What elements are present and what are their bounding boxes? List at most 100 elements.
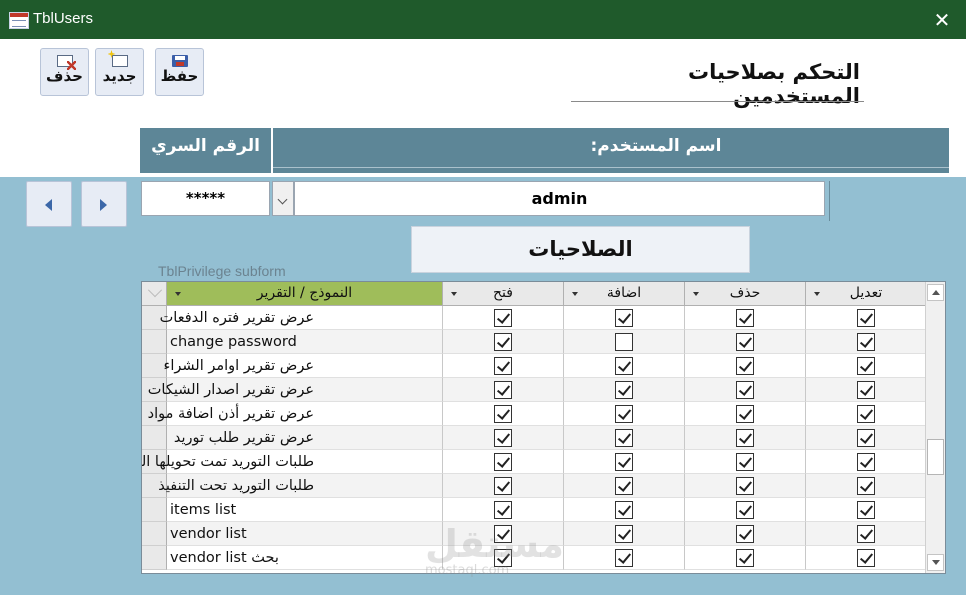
add-permission-checkbox[interactable]	[615, 381, 633, 399]
delete-permission-checkbox[interactable]	[736, 405, 754, 423]
watermark: مستقل	[425, 522, 564, 566]
column-header-form[interactable]: النموذج / التقرير	[167, 282, 443, 306]
edit-permission-checkbox[interactable]	[857, 381, 875, 399]
edit-permission-checkbox[interactable]	[857, 453, 875, 471]
edit-permission-checkbox[interactable]	[857, 429, 875, 447]
open-permission-checkbox[interactable]	[494, 453, 512, 471]
save-button[interactable]: حفظ	[155, 48, 204, 96]
column-header-edit[interactable]: تعديل	[806, 282, 927, 306]
column-header-add[interactable]: اضافة	[564, 282, 685, 306]
open-permission-checkbox[interactable]	[494, 357, 512, 375]
form-report-name-cell[interactable]: عرض تقرير اوامر الشراء	[164, 354, 443, 378]
edit-permission-cell	[806, 402, 927, 426]
scroll-up-icon[interactable]	[927, 284, 944, 301]
table-row[interactable]: طلبات التوريد تمت تحويلها الى اوامر الشر…	[142, 450, 927, 474]
select-all-corner[interactable]	[142, 282, 167, 306]
edit-permission-checkbox[interactable]	[857, 477, 875, 495]
delete-permission-checkbox[interactable]	[736, 525, 754, 543]
add-permission-checkbox[interactable]	[615, 549, 633, 567]
chevron-down-icon[interactable]	[175, 292, 181, 296]
delete-record-icon	[56, 55, 76, 70]
row-selector[interactable]	[142, 546, 167, 570]
add-permission-checkbox[interactable]	[615, 429, 633, 447]
open-permission-cell	[443, 498, 564, 522]
delete-permission-checkbox[interactable]	[736, 477, 754, 495]
row-selector[interactable]	[142, 330, 167, 354]
open-permission-checkbox[interactable]	[494, 381, 512, 399]
chevron-down-icon[interactable]	[572, 292, 578, 296]
edit-permission-cell	[806, 426, 927, 450]
watermark-sub: mostaql.com	[425, 563, 510, 578]
chevron-down-icon[interactable]	[451, 292, 457, 296]
open-permission-checkbox[interactable]	[494, 309, 512, 327]
table-row[interactable]: طلبات التوريد تحت التنفيذ	[142, 474, 927, 498]
previous-record-button[interactable]	[26, 181, 72, 227]
form-report-name-cell[interactable]: عرض تقرير أذن اضافة مواد	[148, 402, 443, 426]
add-permission-checkbox[interactable]	[615, 477, 633, 495]
add-permission-checkbox[interactable]	[615, 309, 633, 327]
edit-permission-checkbox[interactable]	[857, 309, 875, 327]
delete-button[interactable]: حذف	[40, 48, 89, 96]
table-row[interactable]: عرض تقرير اوامر الشراء	[142, 354, 927, 378]
chevron-down-icon[interactable]	[814, 292, 820, 296]
column-header-delete[interactable]: حذف	[685, 282, 806, 306]
row-selector[interactable]	[142, 522, 167, 546]
edit-permission-checkbox[interactable]	[857, 333, 875, 351]
form-report-name-cell[interactable]: طلبات التوريد تحت التنفيذ	[158, 474, 443, 498]
open-permission-checkbox[interactable]	[494, 429, 512, 447]
password-field[interactable]: *****	[141, 181, 270, 216]
username-combo[interactable]: admin	[294, 181, 825, 216]
add-permission-checkbox[interactable]	[615, 453, 633, 471]
table-row[interactable]: عرض تقرير طلب توريد	[142, 426, 927, 450]
table-row[interactable]: عرض تقرير اصدار الشيكات	[142, 378, 927, 402]
edit-permission-checkbox[interactable]	[857, 501, 875, 519]
edit-permission-checkbox[interactable]	[857, 405, 875, 423]
edit-permission-checkbox[interactable]	[857, 525, 875, 543]
vertical-scrollbar[interactable]	[925, 282, 945, 573]
table-row[interactable]: عرض تقرير فتره الدفعات	[142, 306, 927, 330]
next-record-button[interactable]	[81, 181, 127, 227]
delete-permission-checkbox[interactable]	[736, 549, 754, 567]
edit-permission-checkbox[interactable]	[857, 549, 875, 567]
form-report-name-cell[interactable]: items list	[167, 498, 443, 522]
delete-permission-checkbox[interactable]	[736, 501, 754, 519]
close-icon[interactable]: ✕	[927, 6, 957, 34]
form-report-name-cell[interactable]: vendor list	[167, 522, 443, 546]
table-row[interactable]: items list	[142, 498, 927, 522]
scroll-thumb[interactable]	[927, 439, 944, 475]
chevron-down-icon[interactable]	[693, 292, 699, 296]
scroll-down-icon[interactable]	[927, 554, 944, 571]
edit-permission-checkbox[interactable]	[857, 357, 875, 375]
open-permission-checkbox[interactable]	[494, 501, 512, 519]
add-permission-checkbox[interactable]	[615, 357, 633, 375]
username-dropdown-button[interactable]	[272, 181, 294, 216]
open-permission-checkbox[interactable]	[494, 477, 512, 495]
add-permission-checkbox[interactable]	[615, 525, 633, 543]
row-selector[interactable]	[142, 498, 167, 522]
column-header-open[interactable]: فتح	[443, 282, 564, 306]
form-report-name-cell[interactable]: طلبات التوريد تمت تحويلها الى اوامر الشر…	[142, 450, 443, 474]
add-permission-checkbox[interactable]	[615, 501, 633, 519]
arrow-right-icon	[100, 199, 107, 211]
table-row[interactable]: change password	[142, 330, 927, 354]
table-row[interactable]: عرض تقرير أذن اضافة مواد	[142, 402, 927, 426]
delete-permission-checkbox[interactable]	[736, 453, 754, 471]
form-report-name-cell[interactable]: vendor list بحث	[167, 546, 443, 570]
delete-permission-checkbox[interactable]	[736, 357, 754, 375]
window-titlebar: TblUsers ✕	[0, 0, 966, 39]
open-permission-checkbox[interactable]	[494, 405, 512, 423]
form-report-name-cell[interactable]: عرض تقرير فتره الدفعات	[160, 306, 443, 330]
add-permission-checkbox[interactable]	[615, 333, 633, 351]
new-button[interactable]: جديد	[95, 48, 144, 96]
open-permission-checkbox[interactable]	[494, 333, 512, 351]
delete-permission-checkbox[interactable]	[736, 333, 754, 351]
form-report-name-cell[interactable]: عرض تقرير اصدار الشيكات	[148, 378, 443, 402]
delete-permission-checkbox[interactable]	[736, 429, 754, 447]
add-permission-checkbox[interactable]	[615, 405, 633, 423]
delete-permission-cell	[685, 330, 806, 354]
form-report-name-cell[interactable]: عرض تقرير طلب توريد	[167, 426, 443, 450]
form-report-name-cell[interactable]: change password	[167, 330, 443, 354]
row-selector[interactable]	[142, 426, 167, 450]
delete-permission-checkbox[interactable]	[736, 381, 754, 399]
delete-permission-checkbox[interactable]	[736, 309, 754, 327]
